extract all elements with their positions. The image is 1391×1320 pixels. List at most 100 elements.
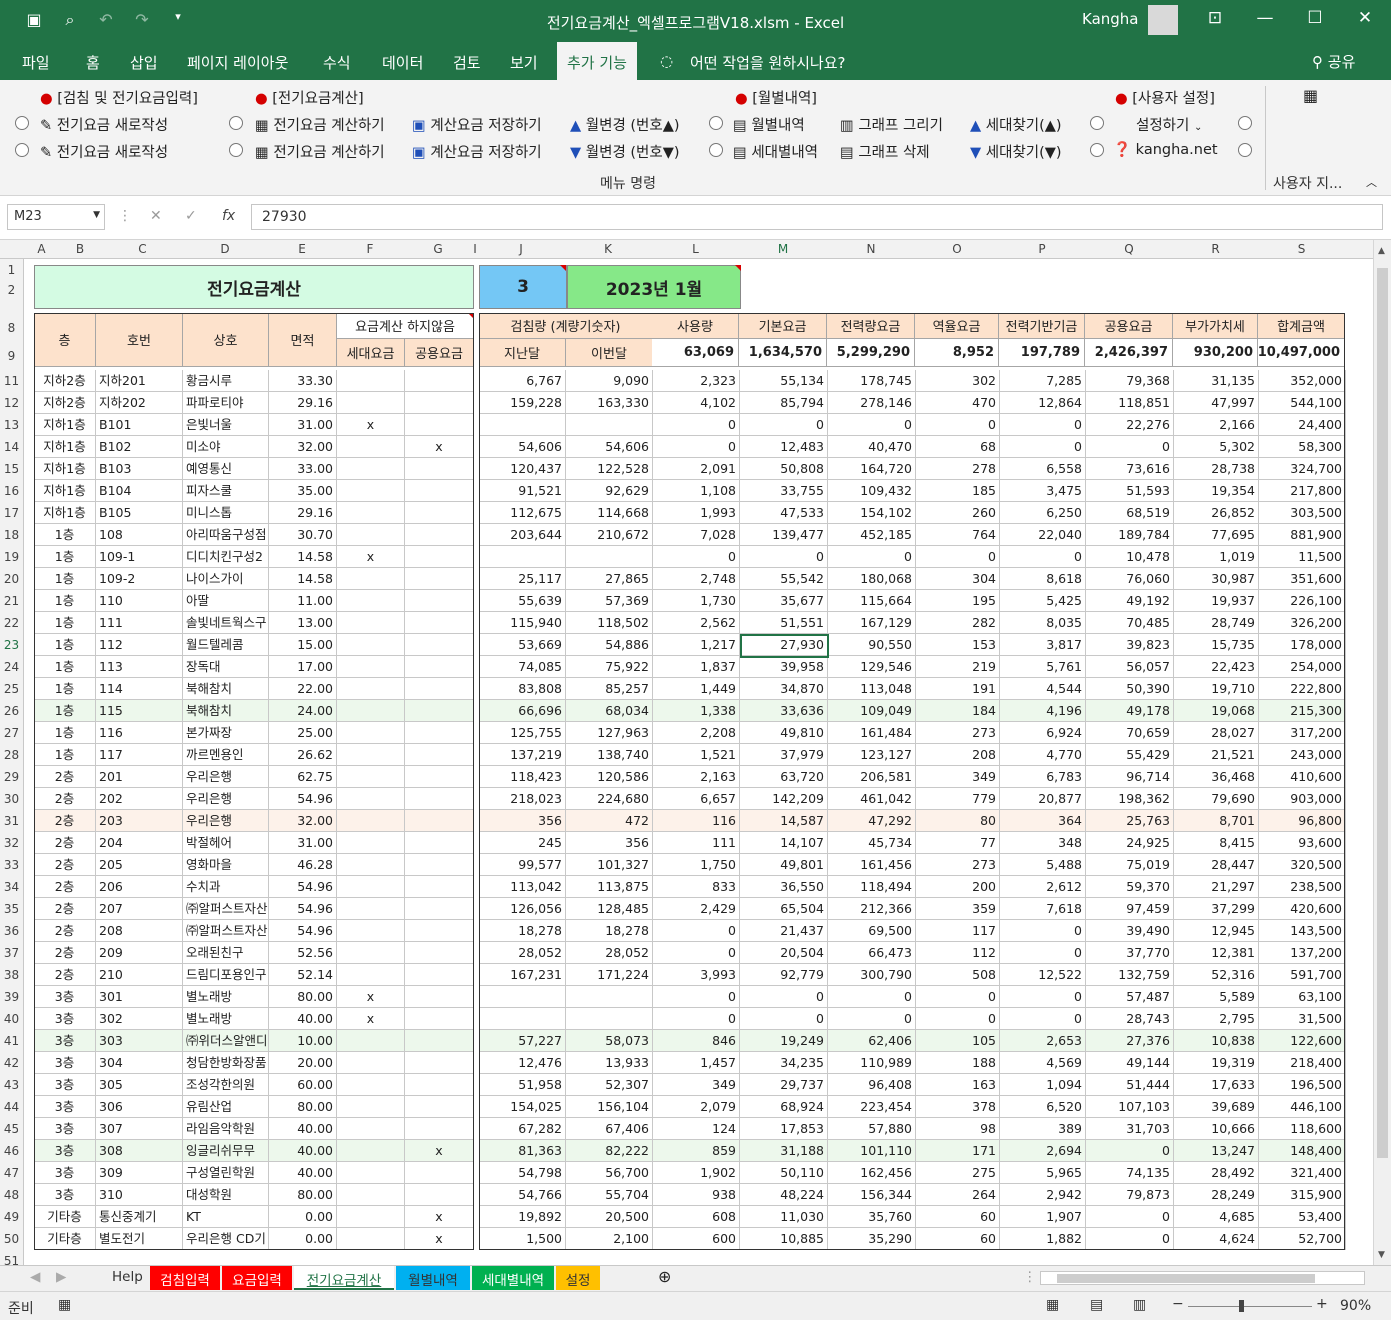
table-cell[interactable]: 303 (96, 1030, 183, 1052)
radio-option[interactable] (15, 143, 29, 157)
table-cell[interactable]: x (405, 436, 474, 458)
table-cell[interactable]: 195 (916, 590, 1000, 612)
table-cell[interactable]: 101,110 (828, 1140, 916, 1162)
table-cell[interactable]: 22,423 (1174, 656, 1259, 678)
table-cell[interactable] (337, 1118, 405, 1140)
table-cell[interactable]: 10,885 (740, 1228, 828, 1250)
table-cell[interactable]: 124 (653, 1118, 740, 1140)
table-cell[interactable]: 110,989 (828, 1052, 916, 1074)
row-header[interactable]: 45 (0, 1122, 23, 1136)
table-cell[interactable]: 30.70 (269, 524, 337, 546)
grid-icon[interactable]: ▦ (1303, 86, 1318, 105)
table-cell[interactable]: 833 (653, 876, 740, 898)
table-cell[interactable]: 203,644 (479, 524, 566, 546)
table-cell[interactable]: 50,390 (1086, 678, 1174, 700)
sheet-tab[interactable]: 세대별내역 (472, 1266, 554, 1290)
sheet-tab[interactable]: Help (104, 1266, 148, 1290)
table-cell[interactable]: 2,748 (653, 568, 740, 590)
table-cell[interactable] (405, 744, 474, 766)
row-header[interactable]: 14 (0, 440, 23, 454)
table-cell[interactable]: 68,924 (740, 1096, 828, 1118)
column-header[interactable]: L (652, 242, 739, 256)
table-cell[interactable]: 1층 (34, 590, 96, 612)
table-cell[interactable] (337, 920, 405, 942)
table-cell[interactable] (479, 986, 566, 1008)
table-cell[interactable]: 12,945 (1174, 920, 1259, 942)
sheet-tab[interactable]: 설정 (556, 1266, 600, 1290)
worksheet-grid[interactable]: 전기요금계산 3 2023년 1월 층 호번 상호 면적 요금계산 하지않음 세대요금 공용… (24, 259, 1373, 1265)
table-cell[interactable]: 14,587 (740, 810, 828, 832)
table-cell[interactable]: 109,049 (828, 700, 916, 722)
table-cell[interactable]: 470 (916, 392, 1000, 414)
row-header[interactable]: 28 (0, 748, 23, 762)
table-cell[interactable]: 2,795 (1174, 1008, 1259, 1030)
table-cell[interactable]: 846 (653, 1030, 740, 1052)
table-cell[interactable] (337, 854, 405, 876)
table-cell[interactable]: 180,068 (828, 568, 916, 590)
calculate-bill-button-2[interactable]: ▦ 전기요금 계산하기 (255, 141, 385, 162)
table-cell[interactable]: 32.00 (269, 810, 337, 832)
table-cell[interactable] (337, 832, 405, 854)
table-cell[interactable]: 예영통신 (183, 458, 269, 480)
table-cell[interactable]: 56,057 (1086, 656, 1174, 678)
table-cell[interactable]: 29.16 (269, 392, 337, 414)
tab-review[interactable]: 검토 (453, 52, 481, 73)
table-cell[interactable]: 49,178 (1086, 700, 1174, 722)
table-cell[interactable]: 구성열린학원 (183, 1162, 269, 1184)
monthly-history-button[interactable]: ▤ 월별내역 (733, 114, 805, 135)
row-header[interactable]: 46 (0, 1144, 23, 1158)
table-cell[interactable]: 54.96 (269, 920, 337, 942)
table-cell[interactable] (405, 1118, 474, 1140)
table-cell[interactable]: 2,694 (1000, 1140, 1086, 1162)
row-header[interactable]: 47 (0, 1166, 23, 1180)
table-cell[interactable]: 54,798 (479, 1162, 566, 1184)
table-cell[interactable]: 62.75 (269, 766, 337, 788)
table-cell[interactable]: 33,755 (740, 480, 828, 502)
table-cell[interactable] (337, 700, 405, 722)
table-cell[interactable]: 105 (916, 1030, 1000, 1052)
table-cell[interactable]: 37,299 (1174, 898, 1259, 920)
table-cell[interactable]: 306 (96, 1096, 183, 1118)
column-header[interactable]: A (26, 242, 57, 256)
table-cell[interactable] (337, 1140, 405, 1162)
table-cell[interactable]: 24,400 (1259, 414, 1346, 436)
table-cell[interactable]: 1,521 (653, 744, 740, 766)
table-cell[interactable]: 7,285 (1000, 370, 1086, 392)
table-cell[interactable] (337, 722, 405, 744)
tab-home[interactable]: 홈 (86, 52, 100, 73)
table-cell[interactable]: 116 (653, 810, 740, 832)
table-cell[interactable]: 324,700 (1259, 458, 1346, 480)
table-cell[interactable]: 8,618 (1000, 568, 1086, 590)
table-cell[interactable]: 1층 (34, 634, 96, 656)
table-cell[interactable]: 128,485 (566, 898, 653, 920)
table-cell[interactable]: 80 (916, 810, 1000, 832)
table-cell[interactable]: 3층 (34, 1074, 96, 1096)
table-cell[interactable] (337, 1184, 405, 1206)
table-cell[interactable]: 8,035 (1000, 612, 1086, 634)
table-cell[interactable]: 278 (916, 458, 1000, 480)
table-cell[interactable]: 0 (1000, 920, 1086, 942)
table-cell[interactable]: 28,738 (1174, 458, 1259, 480)
table-cell[interactable]: 6,250 (1000, 502, 1086, 524)
table-cell[interactable]: 356 (566, 832, 653, 854)
table-cell[interactable]: 3,993 (653, 964, 740, 986)
tab-add-ins[interactable]: 추가 기능 (557, 42, 637, 80)
table-cell[interactable]: 351,600 (1259, 568, 1346, 590)
table-cell[interactable]: 2,323 (653, 370, 740, 392)
table-cell[interactable]: 6,767 (479, 370, 566, 392)
table-cell[interactable] (337, 568, 405, 590)
new-bill-button[interactable]: ✎ 전기요금 새로작성 (40, 114, 168, 135)
table-cell[interactable]: 28,052 (479, 942, 566, 964)
row-header[interactable]: 35 (0, 902, 23, 916)
insert-function-icon[interactable]: fx (222, 208, 235, 224)
table-cell[interactable]: 39,490 (1086, 920, 1174, 942)
table-cell[interactable]: 301 (96, 986, 183, 1008)
table-cell[interactable]: 58,073 (566, 1030, 653, 1052)
delete-graph-button[interactable]: ▤ 그래프 삭제 (840, 141, 930, 162)
table-cell[interactable]: 55,542 (740, 568, 828, 590)
table-cell[interactable]: 161,456 (828, 854, 916, 876)
table-cell[interactable]: 75,019 (1086, 854, 1174, 876)
table-cell[interactable]: 22,276 (1086, 414, 1174, 436)
table-cell[interactable]: 315,900 (1259, 1184, 1346, 1206)
table-cell[interactable]: 2,653 (1000, 1030, 1086, 1052)
